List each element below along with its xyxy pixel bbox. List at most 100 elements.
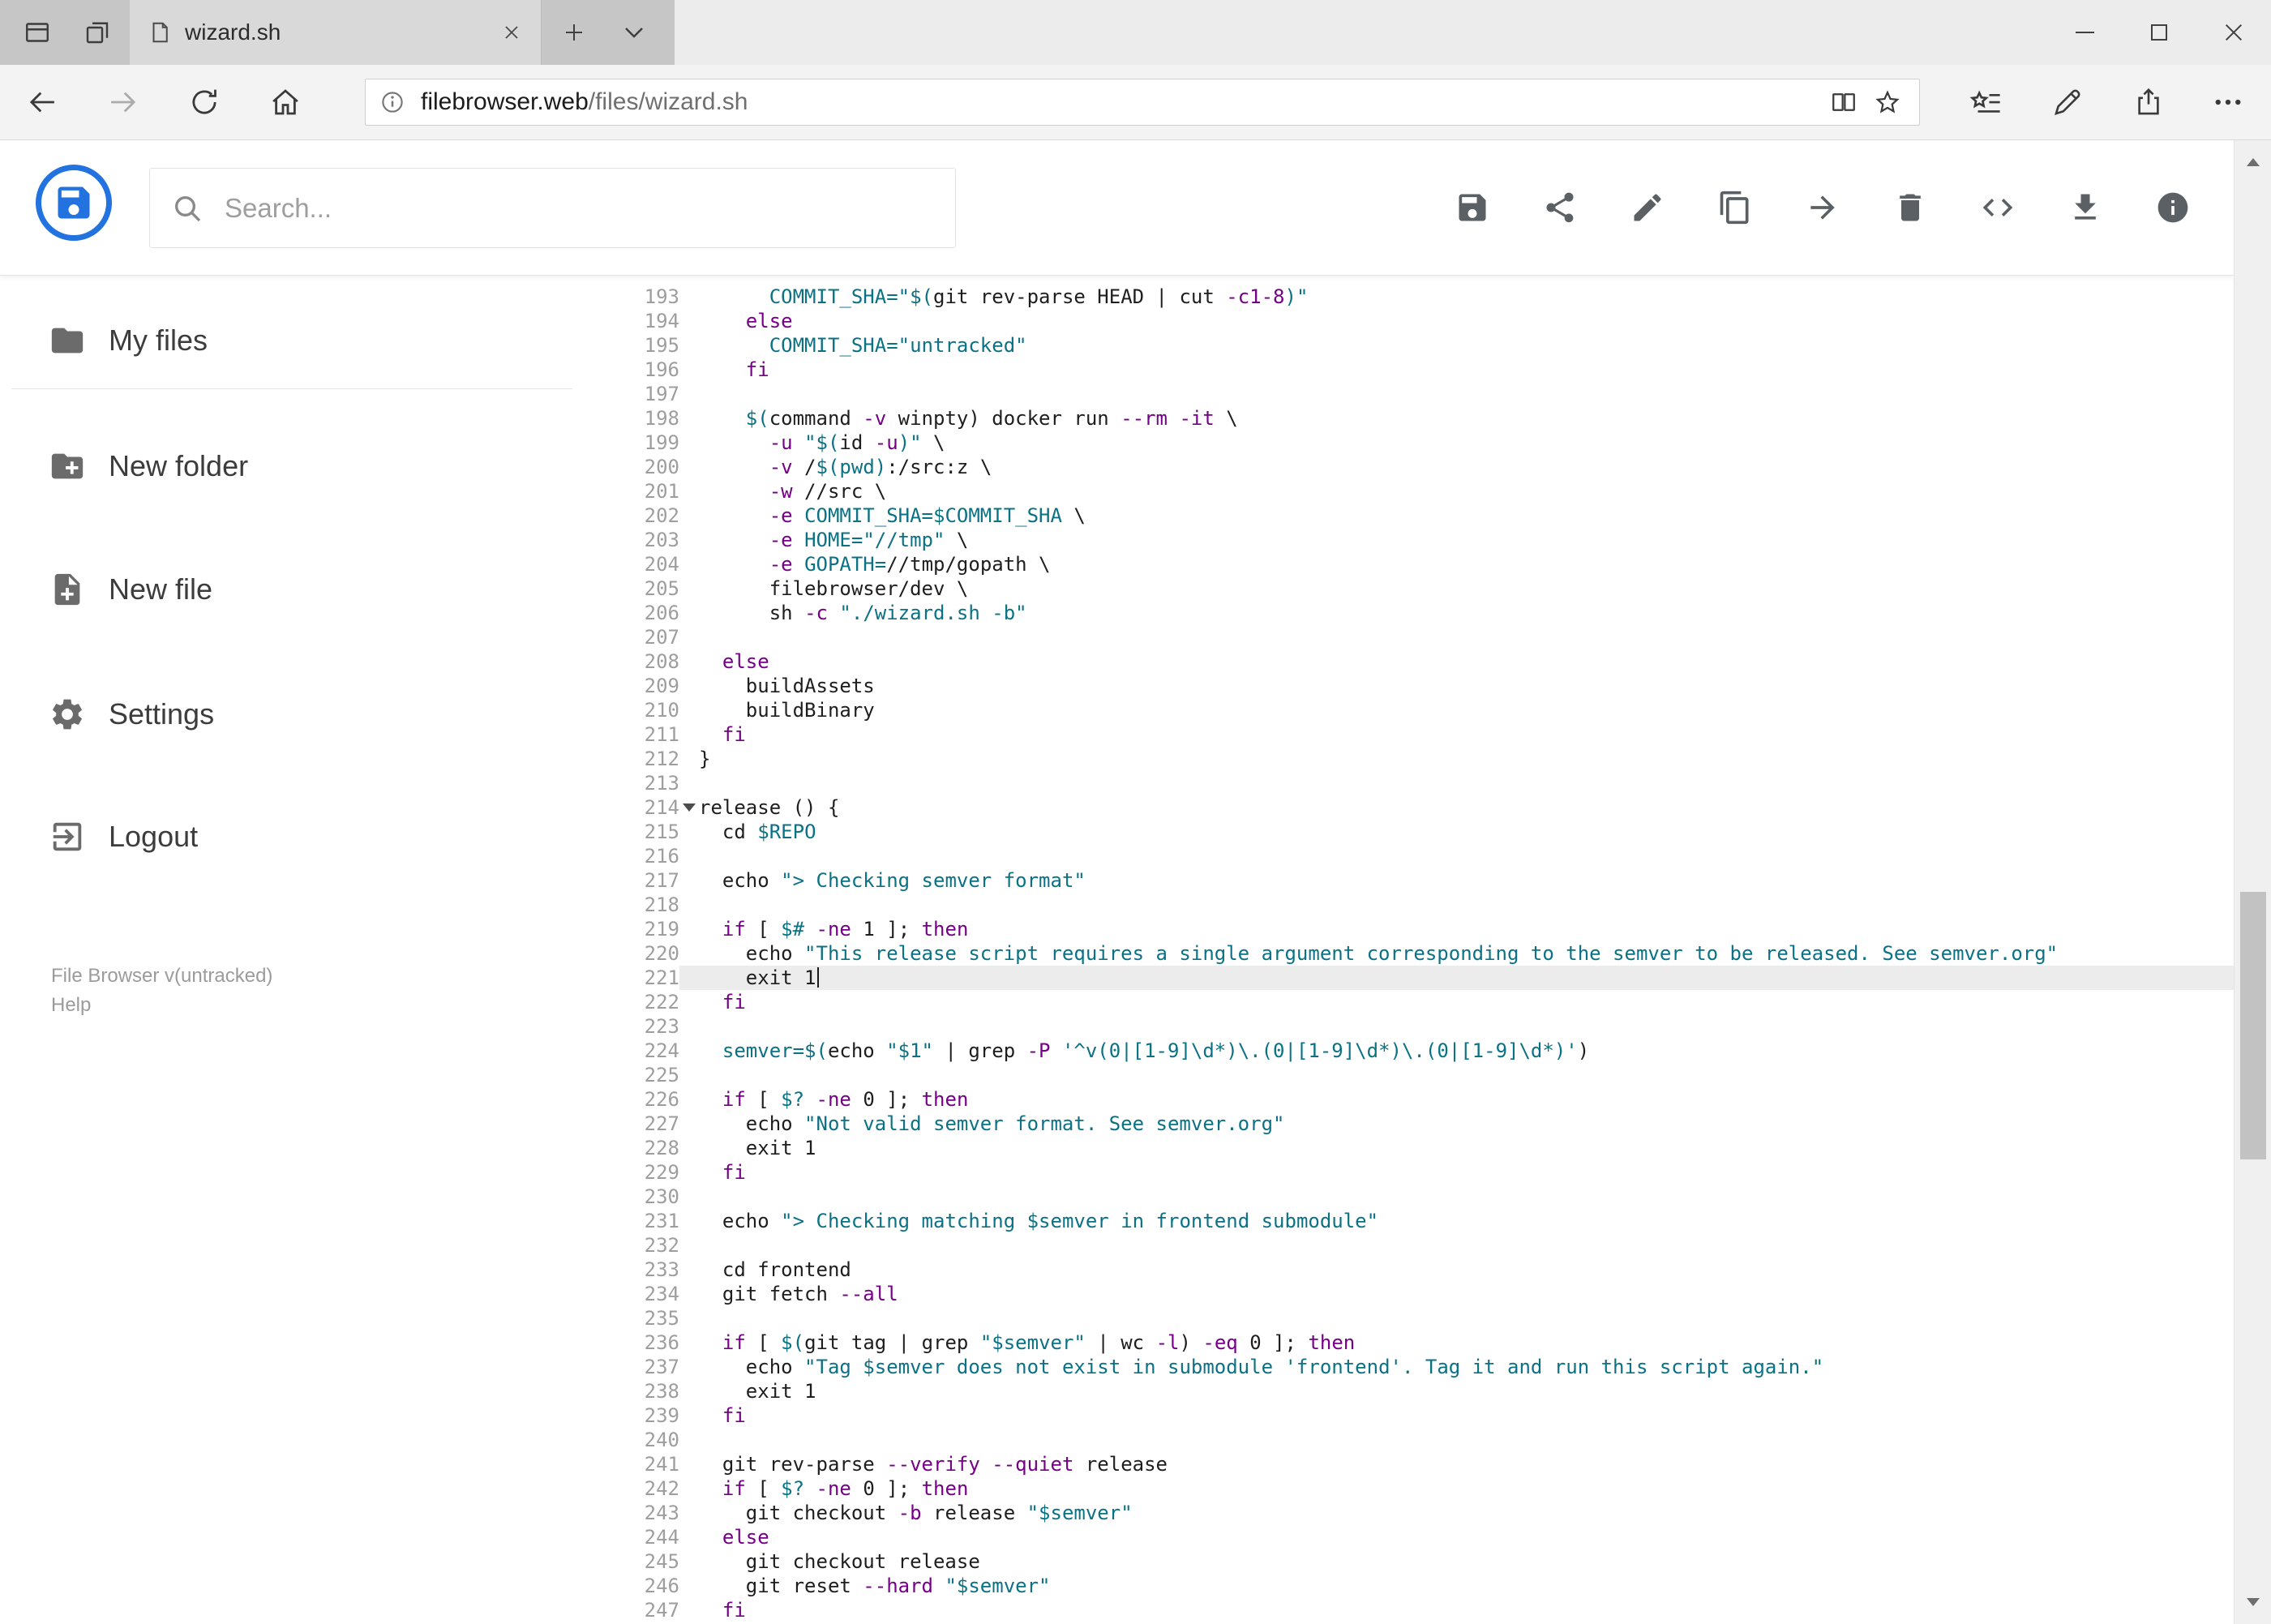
- copy-button[interactable]: [1711, 183, 1759, 232]
- code-button[interactable]: [1973, 183, 2022, 232]
- code-line[interactable]: 206 sh -c "./wizard.sh -b": [584, 601, 2234, 625]
- code-line[interactable]: 241 git rev-parse --verify --quiet relea…: [584, 1452, 2234, 1476]
- code-editor[interactable]: 193 COMMIT_SHA="$(git rev-parse HEAD | c…: [584, 276, 2234, 1624]
- code-line[interactable]: 247 fi: [584, 1598, 2234, 1622]
- code-line[interactable]: 213: [584, 771, 2234, 795]
- code-line[interactable]: 204 -e GOPATH=//tmp/gopath \: [584, 552, 2234, 576]
- code-line[interactable]: 220 echo "This release script requires a…: [584, 941, 2234, 966]
- code-line[interactable]: 195 COMMIT_SHA="untracked": [584, 333, 2234, 358]
- more-menu-button[interactable]: [2202, 76, 2254, 128]
- reading-view-button[interactable]: [1822, 83, 1866, 122]
- code-line[interactable]: 223: [584, 1014, 2234, 1039]
- code-line[interactable]: 196 fi: [584, 358, 2234, 382]
- code-line[interactable]: 245 git checkout release: [584, 1549, 2234, 1574]
- filebrowser-logo[interactable]: [36, 165, 112, 241]
- move-button[interactable]: [1798, 183, 1847, 232]
- code-line[interactable]: 226 if [ $? -ne 0 ]; then: [584, 1087, 2234, 1112]
- code-line[interactable]: 211 fi: [584, 722, 2234, 747]
- code-line[interactable]: 215 cd $REPO: [584, 820, 2234, 844]
- code-line[interactable]: 199 -u "$(id -u)" \: [584, 431, 2234, 455]
- sidebar-item-logout[interactable]: Logout: [0, 800, 584, 873]
- code-line[interactable]: 235: [584, 1306, 2234, 1330]
- code-line[interactable]: 205 filebrowser/dev \: [584, 576, 2234, 601]
- code-line[interactable]: 208 else: [584, 649, 2234, 674]
- back-button[interactable]: [16, 76, 68, 128]
- forward-button[interactable]: [97, 76, 149, 128]
- search-input[interactable]: [225, 192, 934, 224]
- code-line[interactable]: 239 fi: [584, 1403, 2234, 1428]
- code-line[interactable]: 193 COMMIT_SHA="$(git rev-parse HEAD | c…: [584, 285, 2234, 309]
- code-line[interactable]: 221 exit 1: [584, 966, 2234, 990]
- fold-marker-icon[interactable]: [683, 803, 696, 812]
- code-line[interactable]: 246 git reset --hard "$semver": [584, 1574, 2234, 1598]
- minimize-button[interactable]: [2047, 0, 2122, 65]
- search-box[interactable]: [149, 168, 956, 248]
- code-line[interactable]: 214 release () {: [584, 795, 2234, 820]
- code-line[interactable]: 218: [584, 893, 2234, 917]
- code-line[interactable]: 232: [584, 1233, 2234, 1258]
- code-line[interactable]: 238 exit 1: [584, 1379, 2234, 1403]
- help-link[interactable]: Help: [51, 994, 91, 1017]
- code-line[interactable]: 236 if [ $(git tag | grep "$semver" | wc…: [584, 1330, 2234, 1355]
- save-button[interactable]: [1448, 183, 1497, 232]
- tabs-aside-button[interactable]: [75, 15, 120, 50]
- code-line[interactable]: 210 buildBinary: [584, 698, 2234, 722]
- code-line-text: git reset --hard "$semver": [745, 1575, 1051, 1597]
- code-line[interactable]: 197: [584, 382, 2234, 406]
- code-line[interactable]: 234 git fetch --all: [584, 1282, 2234, 1306]
- scrollbar-thumb[interactable]: [2240, 892, 2266, 1159]
- hub-button[interactable]: [1960, 76, 2012, 128]
- edit-button[interactable]: [1623, 183, 1672, 232]
- add-favorite-button[interactable]: [1866, 83, 1909, 122]
- code-line[interactable]: 209 buildAssets: [584, 674, 2234, 698]
- code-line[interactable]: 233 cd frontend: [584, 1258, 2234, 1282]
- code-line[interactable]: 216: [584, 844, 2234, 868]
- download-button[interactable]: [2061, 183, 2110, 232]
- tab-preview-button[interactable]: [15, 15, 60, 50]
- code-line[interactable]: 228 exit 1: [584, 1136, 2234, 1160]
- code-line[interactable]: 217 echo "> Checking semver format": [584, 868, 2234, 893]
- code-line[interactable]: 219 if [ $# -ne 1 ]; then: [584, 917, 2234, 941]
- code-line[interactable]: 242 if [ $? -ne 0 ]; then: [584, 1476, 2234, 1501]
- browser-tab[interactable]: wizard.sh: [130, 0, 542, 65]
- code-line[interactable]: 229 fi: [584, 1160, 2234, 1185]
- home-button[interactable]: [259, 76, 311, 128]
- tab-list-chevron-button[interactable]: [610, 18, 658, 47]
- code-line[interactable]: 224 semver=$(echo "$1" | grep -P '^v(0|[…: [584, 1039, 2234, 1063]
- code-line[interactable]: 222 fi: [584, 990, 2234, 1014]
- code-line[interactable]: 203 -e HOME="//tmp" \: [584, 528, 2234, 552]
- code-line[interactable]: 198 $(command -v winpty) docker run --rm…: [584, 406, 2234, 431]
- web-notes-button[interactable]: [2042, 76, 2093, 128]
- code-line[interactable]: 244 else: [584, 1525, 2234, 1549]
- delete-button[interactable]: [1886, 183, 1935, 232]
- code-line[interactable]: 243 git checkout -b release "$semver": [584, 1501, 2234, 1525]
- code-line[interactable]: 231 echo "> Checking matching $semver in…: [584, 1209, 2234, 1233]
- code-line[interactable]: 201 -w //src \: [584, 479, 2234, 503]
- code-line[interactable]: 207: [584, 625, 2234, 649]
- code-line[interactable]: 237 echo "Tag $semver does not exist in …: [584, 1355, 2234, 1379]
- scroll-down-button[interactable]: [2235, 1583, 2271, 1621]
- info-button[interactable]: [2149, 183, 2197, 232]
- maximize-button[interactable]: [2122, 0, 2196, 65]
- code-line[interactable]: 194 else: [584, 309, 2234, 333]
- code-line[interactable]: 212}: [584, 747, 2234, 771]
- sidebar-item-new-folder[interactable]: New folder: [0, 430, 584, 503]
- code-line[interactable]: 227 echo "Not valid semver format. See s…: [584, 1112, 2234, 1136]
- tab-close-icon[interactable]: [495, 16, 528, 49]
- refresh-button[interactable]: [178, 76, 230, 128]
- address-bar[interactable]: filebrowser.web/files/wizard.sh: [365, 79, 1920, 126]
- sidebar-item-my-files[interactable]: My files: [0, 304, 584, 377]
- code-line[interactable]: 225: [584, 1063, 2234, 1087]
- sidebar-item-new-file[interactable]: New file: [0, 553, 584, 626]
- code-line[interactable]: 230: [584, 1185, 2234, 1209]
- sidebar-item-settings[interactable]: Settings: [0, 678, 584, 751]
- code-line[interactable]: 202 -e COMMIT_SHA=$COMMIT_SHA \: [584, 503, 2234, 528]
- new-tab-button[interactable]: [553, 11, 595, 54]
- code-line[interactable]: 240: [584, 1428, 2234, 1452]
- share-button[interactable]: [1536, 183, 1584, 232]
- share-page-button[interactable]: [2123, 76, 2175, 128]
- browser-scrollbar[interactable]: [2234, 140, 2271, 1624]
- scroll-up-button[interactable]: [2235, 144, 2271, 181]
- code-line[interactable]: 200 -v /$(pwd):/src:z \: [584, 455, 2234, 479]
- close-button[interactable]: [2196, 0, 2271, 65]
